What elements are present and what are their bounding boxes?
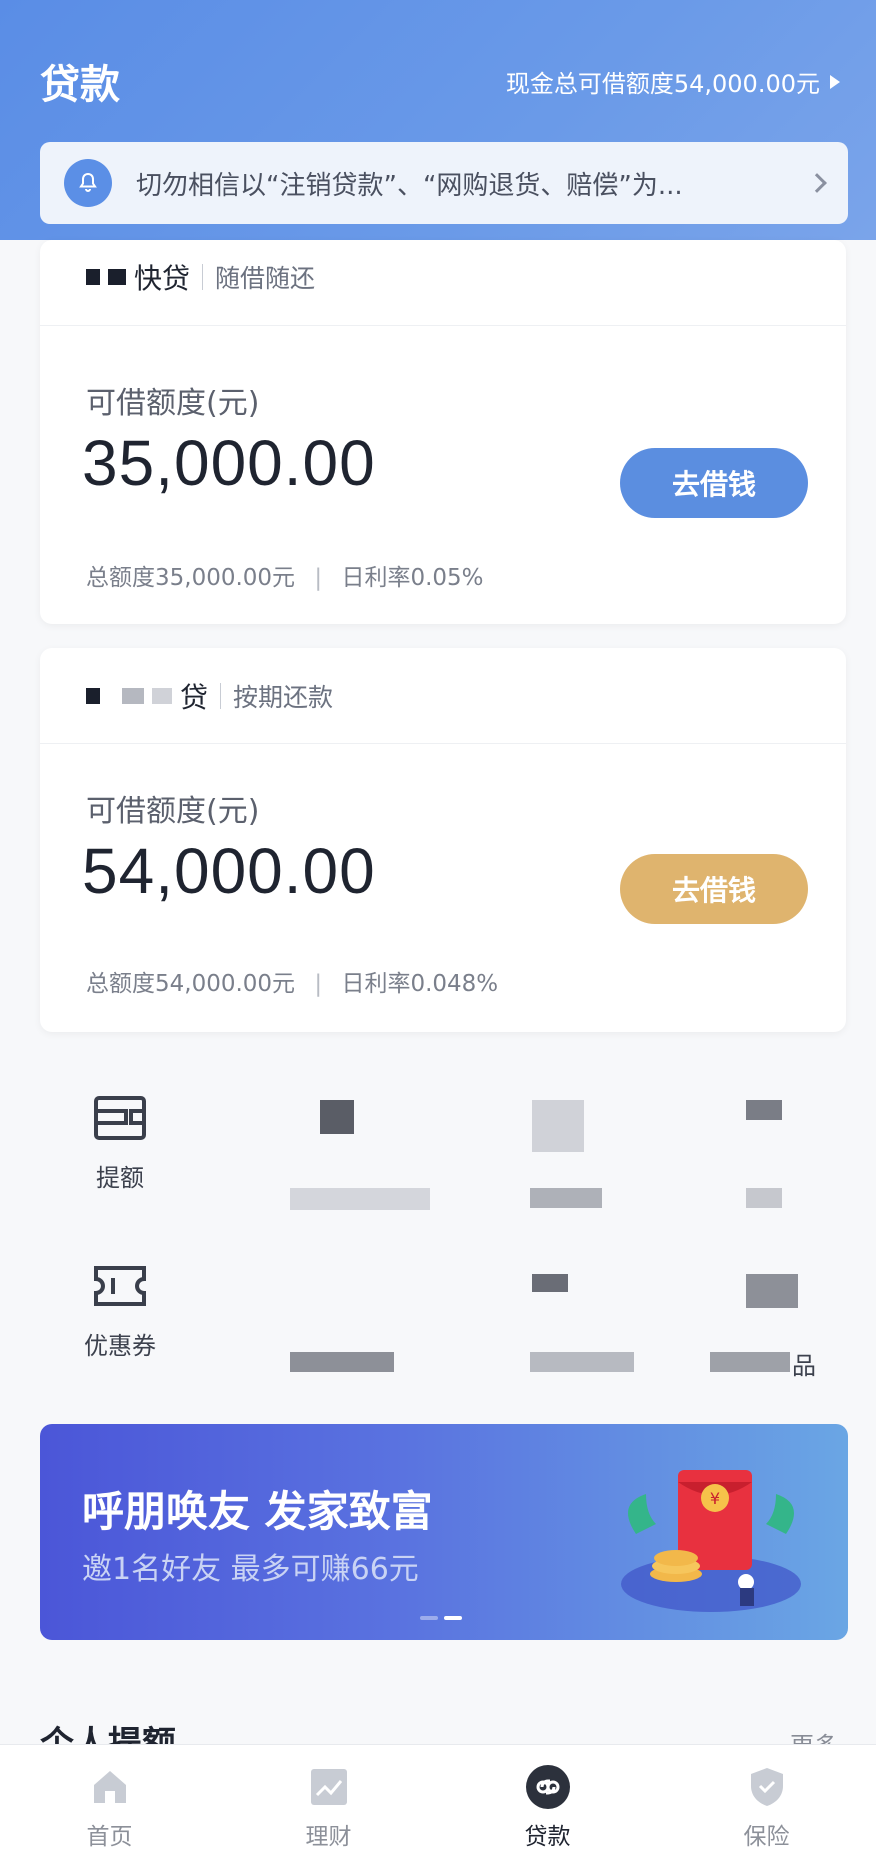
borrow-button[interactable]: 去借钱 [620, 448, 808, 518]
grid-item-raise-limit[interactable]: 提额 [40, 1090, 200, 1193]
ticket-icon [92, 1258, 148, 1314]
daily-rate: 日利率0.05% [341, 565, 484, 591]
tab-label: 贷款 [524, 1824, 571, 1850]
grid-item-label: 优惠券 [84, 1332, 156, 1360]
service-grid: 提额 优惠券 品 [40, 1090, 846, 1390]
loan-product-name-text: 贷 [180, 680, 209, 714]
loan-product-tag: 随借随还 [215, 263, 316, 293]
redacted-mark [86, 687, 100, 704]
redacted-mark [86, 268, 100, 285]
redacted-mark [122, 687, 144, 704]
notice-text: 切勿相信以“注销贷款”、“网购退货、赔偿”为... [136, 170, 683, 201]
red-envelope-illustration: ¥ [621, 1470, 801, 1612]
blurred-icon [532, 1274, 568, 1292]
bell-icon [64, 159, 112, 207]
meta-separator: | [314, 971, 323, 997]
page-title: 贷款 [40, 62, 120, 108]
loan-card-header: 贷 按期还款 [40, 648, 846, 744]
daily-rate: 日利率0.048% [341, 971, 499, 997]
blurred-label [530, 1352, 634, 1372]
total-quota: 总额度54,000.00元 [86, 971, 296, 997]
carousel-dot-active[interactable] [444, 1616, 462, 1620]
total-quota-text: 现金总可借额度54,000.00元 [505, 70, 820, 98]
borrow-button[interactable]: 去借钱 [620, 854, 808, 924]
loan-meta: 总额度35,000.00元 | 日利率0.05% [86, 558, 484, 592]
loan-product-name-text: 快贷 [134, 261, 191, 295]
banner-subtitle: 邀1名好友 最多可赚66元 [82, 1552, 419, 1587]
available-amount: 54,000.00 [82, 835, 376, 907]
bottom-tab-bar: 首页 理财 贷款 保险 [0, 1744, 876, 1864]
tab-loans[interactable]: 贷款 [438, 1745, 657, 1864]
blurred-icon [746, 1274, 798, 1308]
chevron-right-icon [807, 173, 827, 193]
tab-home[interactable]: 首页 [0, 1745, 219, 1864]
loan-product-tag: 按期还款 [233, 682, 334, 712]
divider [202, 263, 204, 290]
redacted-mark [152, 687, 172, 704]
blurred-label [746, 1188, 782, 1208]
loan-product-name: 贷 [86, 676, 208, 716]
available-amount: 35,000.00 [82, 427, 376, 499]
blurred-icon [532, 1100, 584, 1152]
blurred-label [530, 1188, 602, 1208]
divider [220, 682, 222, 709]
tab-label: 保险 [743, 1824, 790, 1850]
blurred-icon [320, 1100, 354, 1134]
tab-label: 首页 [86, 1824, 133, 1850]
grid-item-label: 品 [792, 1352, 816, 1380]
amount-label: 可借额度(元) [86, 794, 260, 829]
grid-item-coupons[interactable]: 优惠券 [40, 1258, 200, 1361]
invite-banner[interactable]: 呼朋唤友 发家致富 邀1名好友 最多可赚66元 ¥ [40, 1424, 848, 1640]
tab-wealth[interactable]: 理财 [219, 1745, 438, 1864]
carousel-dots[interactable] [420, 1616, 462, 1620]
play-arrow-icon [830, 74, 840, 89]
banner-title: 呼朋唤友 发家致富 [82, 1487, 433, 1536]
loan-card-2: 贷 按期还款 可借额度(元) 54,000.00 去借钱 总额度54,000.0… [40, 648, 846, 1032]
blurred-label [290, 1352, 394, 1372]
redacted-mark [108, 268, 126, 285]
notice-bar[interactable]: 切勿相信以“注销贷款”、“网购退货、赔偿”为... [40, 142, 848, 224]
wallet-icon [92, 1090, 148, 1146]
home-icon [88, 1765, 132, 1809]
shield-icon [745, 1765, 789, 1809]
blurred-icon [746, 1100, 782, 1120]
tab-label: 理财 [305, 1824, 352, 1850]
svg-text:¥: ¥ [710, 1489, 720, 1508]
loan-card-header: 快贷 随借随还 [40, 228, 846, 326]
chart-icon [307, 1765, 351, 1809]
total-quota: 总额度35,000.00元 [86, 565, 296, 591]
blurred-label [290, 1188, 430, 1210]
amount-label: 可借额度(元) [86, 386, 260, 421]
loan-product-name: 快贷 [86, 257, 190, 297]
total-quota-link[interactable]: 现金总可借额度54,000.00元 [506, 64, 840, 99]
loan-meta: 总额度54,000.00元 | 日利率0.048% [86, 964, 498, 998]
grid-item-label: 提额 [96, 1164, 144, 1192]
blurred-label [710, 1352, 790, 1372]
meta-separator: | [314, 565, 323, 591]
carousel-dot[interactable] [420, 1616, 438, 1620]
loan-card-1: 快贷 随借随还 可借额度(元) 35,000.00 去借钱 总额度35,000.… [40, 240, 846, 624]
tab-insurance[interactable]: 保险 [657, 1745, 876, 1864]
link-icon [525, 1765, 570, 1809]
